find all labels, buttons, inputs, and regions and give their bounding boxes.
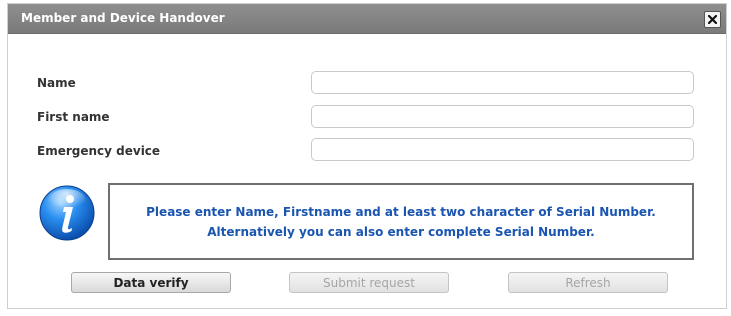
emergency-device-label: Emergency device <box>37 144 161 158</box>
first-name-input[interactable] <box>311 105 694 128</box>
info-message-line-1: Please enter Name, Firstname and at leas… <box>146 204 656 219</box>
dialog-title: Member and Device Handover <box>21 11 225 25</box>
name-input[interactable] <box>311 71 694 94</box>
dialog-titlebar: Member and Device Handover <box>8 4 726 34</box>
name-label: Name <box>37 76 76 90</box>
info-icon <box>39 185 95 241</box>
handover-dialog: Member and Device Handover Name First na… <box>7 3 727 309</box>
info-message-box: Please enter Name, Firstname and at leas… <box>108 183 694 260</box>
data-verify-button[interactable]: Data verify <box>71 272 231 293</box>
close-button[interactable] <box>704 11 721 28</box>
submit-request-button[interactable]: Submit request <box>289 272 449 293</box>
info-message-line-2: Alternatively you can also enter complet… <box>207 224 595 239</box>
refresh-button[interactable]: Refresh <box>508 272 668 293</box>
emergency-device-input[interactable] <box>311 138 694 161</box>
close-icon <box>708 15 717 24</box>
first-name-label: First name <box>37 110 110 124</box>
